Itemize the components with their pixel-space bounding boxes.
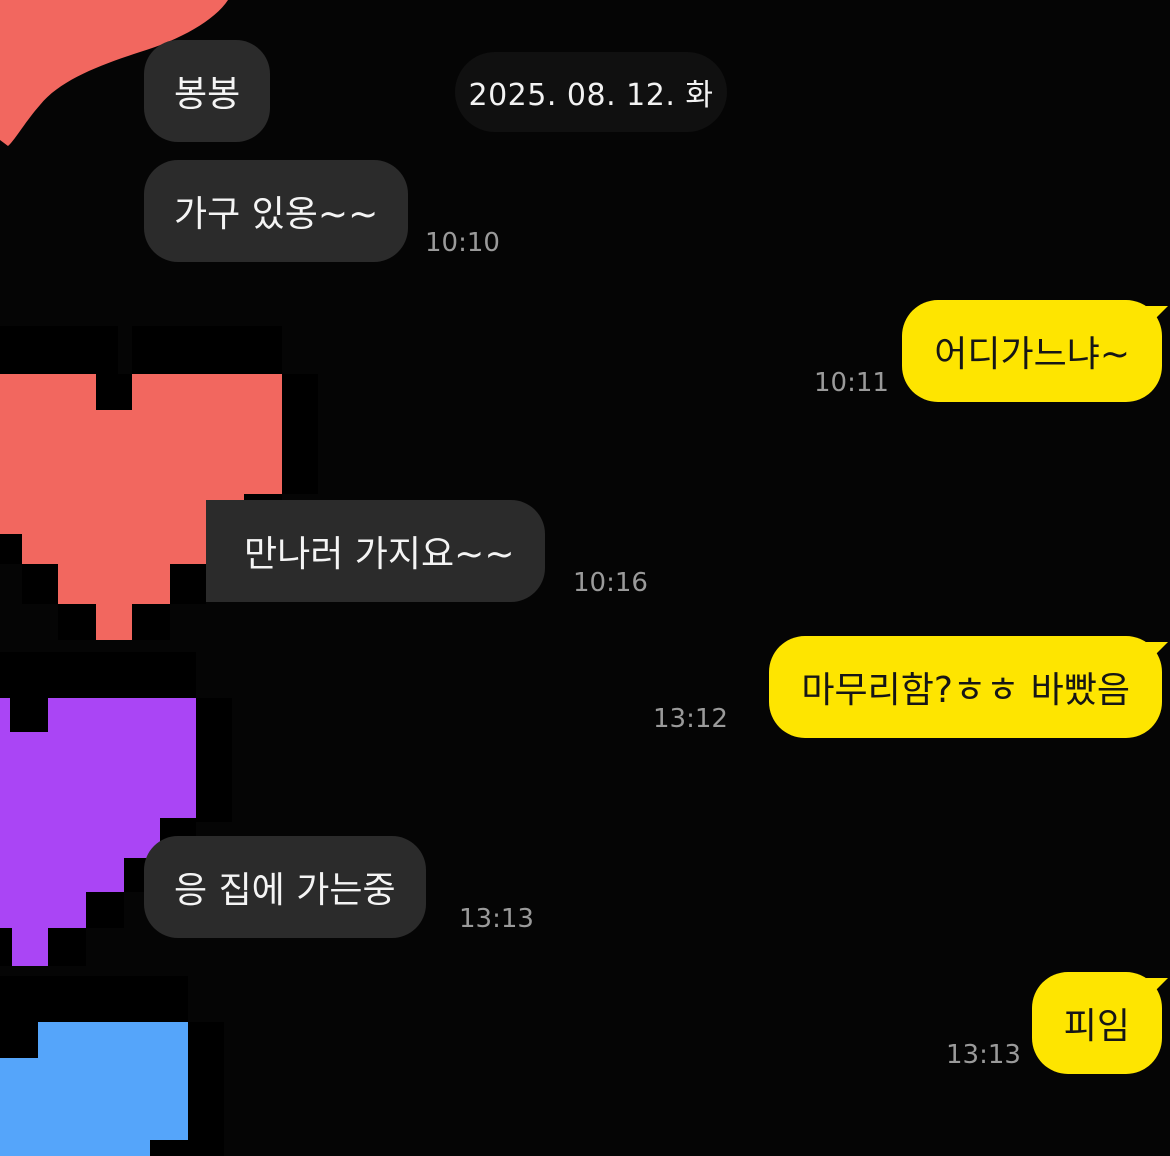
message-timestamp: 13:12 (653, 704, 728, 734)
message-text: 피임 (1063, 1006, 1130, 1047)
outgoing-message-bubble[interactable]: 피임 (1031, 972, 1162, 1074)
message-text: 어디가느냐~ (934, 334, 1130, 375)
message-timestamp: 10:16 (573, 568, 648, 598)
message-timestamp: 13:13 (459, 904, 534, 934)
message-text: 응 집에 가는중 (174, 870, 396, 911)
date-separator: 2025. 08. 12. 화 (455, 52, 727, 132)
message-text: 가구 있옹~~ (174, 194, 379, 235)
outgoing-message-bubble[interactable]: 어디가느냐~ (902, 300, 1162, 402)
outgoing-message-bubble[interactable]: 마무리함?ㅎㅎ 바빴음 (769, 636, 1162, 738)
bubble-tail (1146, 978, 1168, 1000)
incoming-message-bubble[interactable]: 가구 있옹~~ (144, 160, 409, 262)
message-timestamp: 10:11 (814, 368, 889, 398)
message-text: 마무리함?ㅎㅎ 바빴음 (801, 670, 1130, 711)
bubble-tail (1146, 306, 1168, 328)
message-text: 봉봉 (174, 74, 241, 115)
incoming-message-bubble[interactable]: 봉봉 (144, 40, 271, 142)
incoming-message-bubble[interactable]: 만나러 가지요~~ (206, 500, 545, 602)
message-text: 만나러 가지요~~ (244, 534, 515, 575)
bubble-tail (1146, 642, 1168, 664)
incoming-message-bubble[interactable]: 응 집에 가는중 (144, 836, 426, 938)
message-timestamp: 10:10 (425, 228, 500, 258)
message-timestamp: 13:13 (946, 1040, 1021, 1070)
